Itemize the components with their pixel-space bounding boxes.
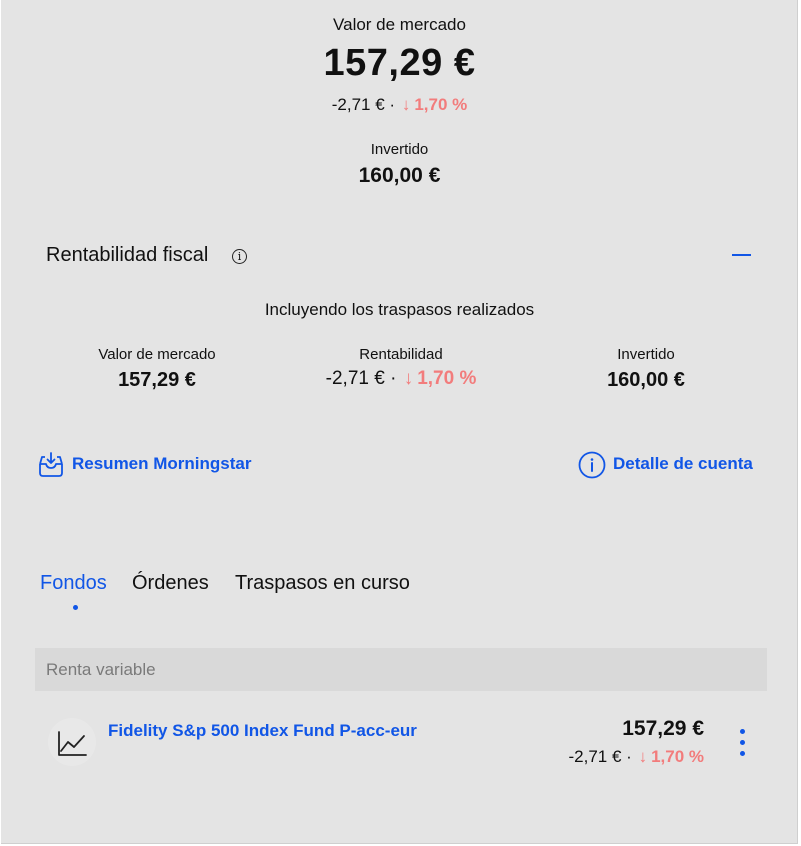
arrow-down-icon: ↓ <box>401 95 411 114</box>
fiscal-return-change: -2,71 € · ↓ 1,70 % <box>281 368 521 390</box>
account-detail-link[interactable]: Detalle de cuenta <box>613 454 753 474</box>
invested-value: 160,00 € <box>358 164 441 187</box>
arrow-down-icon: ↓ <box>403 368 414 389</box>
fund-name[interactable]: Fidelity S&p 500 Index Fund P-acc-eur <box>108 721 417 741</box>
collapse-fiscal-button[interactable] <box>732 254 751 256</box>
fund-change: -2,71 € · ↓ 1,70 % <box>568 747 704 767</box>
morningstar-summary-link[interactable]: Resumen Morningstar <box>72 454 251 474</box>
fiscal-return-label: Rentabilidad <box>359 346 443 363</box>
market-change: -2,71 € · ↓ 1,70 % <box>1 95 798 115</box>
tab-orders[interactable]: Órdenes <box>132 572 209 595</box>
fiscal-col-invested: Invertido 160,00 € <box>526 346 766 392</box>
fiscal-market-label: Valor de mercado <box>98 346 216 363</box>
change-amount: -2,71 € <box>331 95 385 114</box>
arrow-down-icon: ↓ <box>638 747 648 766</box>
active-tab-indicator <box>73 605 78 610</box>
inbox-download-icon[interactable] <box>37 451 65 479</box>
fiscal-subtitle: Incluyendo los traspasos realizados <box>264 300 535 319</box>
fund-value: 157,29 € <box>622 717 704 740</box>
change-amount: -2,71 € <box>325 368 385 389</box>
separator: · <box>626 747 632 766</box>
separator: · <box>390 368 397 389</box>
fiscal-title: Rentabilidad fiscal <box>46 244 209 266</box>
tab-transfers[interactable]: Traspasos en curso <box>235 572 410 595</box>
change-percent: 1,70 % <box>651 747 704 766</box>
change-percent: 1,70 % <box>417 368 477 389</box>
fiscal-col-market: Valor de mercado 157,29 € <box>37 346 277 392</box>
fiscal-col-return: Rentabilidad -2,71 € · ↓ 1,70 % <box>281 346 521 390</box>
more-vertical-icon[interactable] <box>737 729 747 759</box>
market-value: 157,29 € <box>323 42 476 84</box>
change-amount: -2,71 € <box>568 747 622 766</box>
info-circle-icon[interactable] <box>578 451 606 479</box>
tab-funds[interactable]: Fondos <box>40 572 107 595</box>
section-label: Renta variable <box>46 660 156 679</box>
fiscal-market-value: 157,29 € <box>118 369 196 391</box>
portfolio-panel: Valor de mercado 157,29 € -2,71 € · ↓ 1,7… <box>1 0 798 844</box>
info-icon[interactable]: i <box>232 249 247 264</box>
separator: · <box>389 95 396 114</box>
fiscal-invested-value: 160,00 € <box>607 369 685 391</box>
change-percent: 1,70 % <box>414 95 468 114</box>
market-value-label: Valor de mercado <box>333 15 466 34</box>
line-chart-icon <box>48 718 96 766</box>
fiscal-invested-label: Invertido <box>617 346 675 363</box>
invested-label: Invertido <box>370 141 429 158</box>
